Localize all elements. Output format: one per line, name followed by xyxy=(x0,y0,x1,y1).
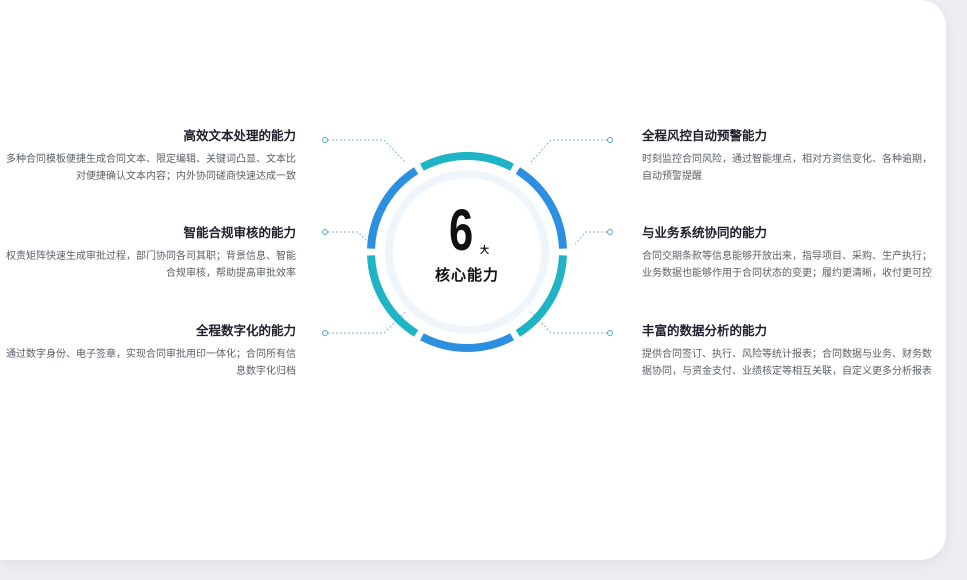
card-edge-fade xyxy=(928,0,946,560)
feature-compliance-review: 智能合规审核的能力 权责矩阵快速生成审批过程，部门协同各司其职；背景信息、智能合… xyxy=(0,224,296,282)
feature-risk-warning: 全程风控自动预警能力 时刻监控合同风险，通过智能埋点，相对方资信变化、各种逾期，… xyxy=(642,127,934,185)
connector-dot xyxy=(607,137,613,143)
feature-desc: 合同交期条款等信息能够开放出来，指导项目、采购、生产执行；业务数据也能够作用于合… xyxy=(642,251,932,279)
feature-title: 全程数字化的能力 xyxy=(195,323,296,338)
feature-desc: 时刻监控合同风险，通过智能埋点，相对方资信变化、各种逾期，自动预警提醒 xyxy=(642,154,932,182)
feature-title: 全程风控自动预警能力 xyxy=(642,128,768,143)
feature-desc: 提供合同签订、执行、风险等统计报表；合同数据与业务、财务数据协同，与资金支付、业… xyxy=(642,349,932,377)
core-count-suffix: 大 xyxy=(480,246,490,256)
center-content: 6 大 核心能力 xyxy=(363,148,571,356)
connector-dot xyxy=(607,229,613,235)
feature-desc: 权责矩阵快速生成审批过程，部门协同各司其职；背景信息、智能合规审核，帮助提高审批… xyxy=(6,251,296,279)
feature-digitalization: 全程数字化的能力 通过数字身份、电子签章，实现合同审批用印一体化；合同所有信息数… xyxy=(0,322,296,380)
feature-data-analysis: 丰富的数据分析的能力 提供合同签订、执行、风险等统计报表；合同数据与业务、财务数… xyxy=(642,322,934,380)
core-count: 6 xyxy=(449,198,474,263)
feature-title: 高效文本处理的能力 xyxy=(183,128,296,143)
core-ring: 6 大 核心能力 xyxy=(363,148,571,356)
feature-text-processing: 高效文本处理的能力 多种合同模板便捷生成合同文本、限定编辑、关键词凸显、文本比对… xyxy=(0,127,296,185)
connector-dot xyxy=(607,330,613,336)
connector-dot xyxy=(322,137,328,143)
feature-desc: 多种合同模板便捷生成合同文本、限定编辑、关键词凸显、文本比对便捷确认文本内容；内… xyxy=(6,154,296,182)
feature-desc: 通过数字身份、电子签章，实现合同审批用印一体化；合同所有信息数字化归档 xyxy=(6,349,296,377)
core-capabilities-card: 高效文本处理的能力 多种合同模板便捷生成合同文本、限定编辑、关键词凸显、文本比对… xyxy=(0,0,946,560)
feature-title: 智能合规审核的能力 xyxy=(183,225,296,240)
feature-title: 丰富的数据分析的能力 xyxy=(642,323,768,338)
connector-line-2 xyxy=(328,231,367,241)
connector-dot xyxy=(322,229,328,235)
connector-dot xyxy=(322,330,328,336)
feature-system-collaboration: 与业务系统协同的能力 合同交期条款等信息能够开放出来，指导项目、采购、生产执行；… xyxy=(642,224,934,282)
feature-title: 与业务系统协同的能力 xyxy=(642,225,768,240)
connector-line-5 xyxy=(574,231,607,245)
center-label: 核心能力 xyxy=(434,266,499,284)
